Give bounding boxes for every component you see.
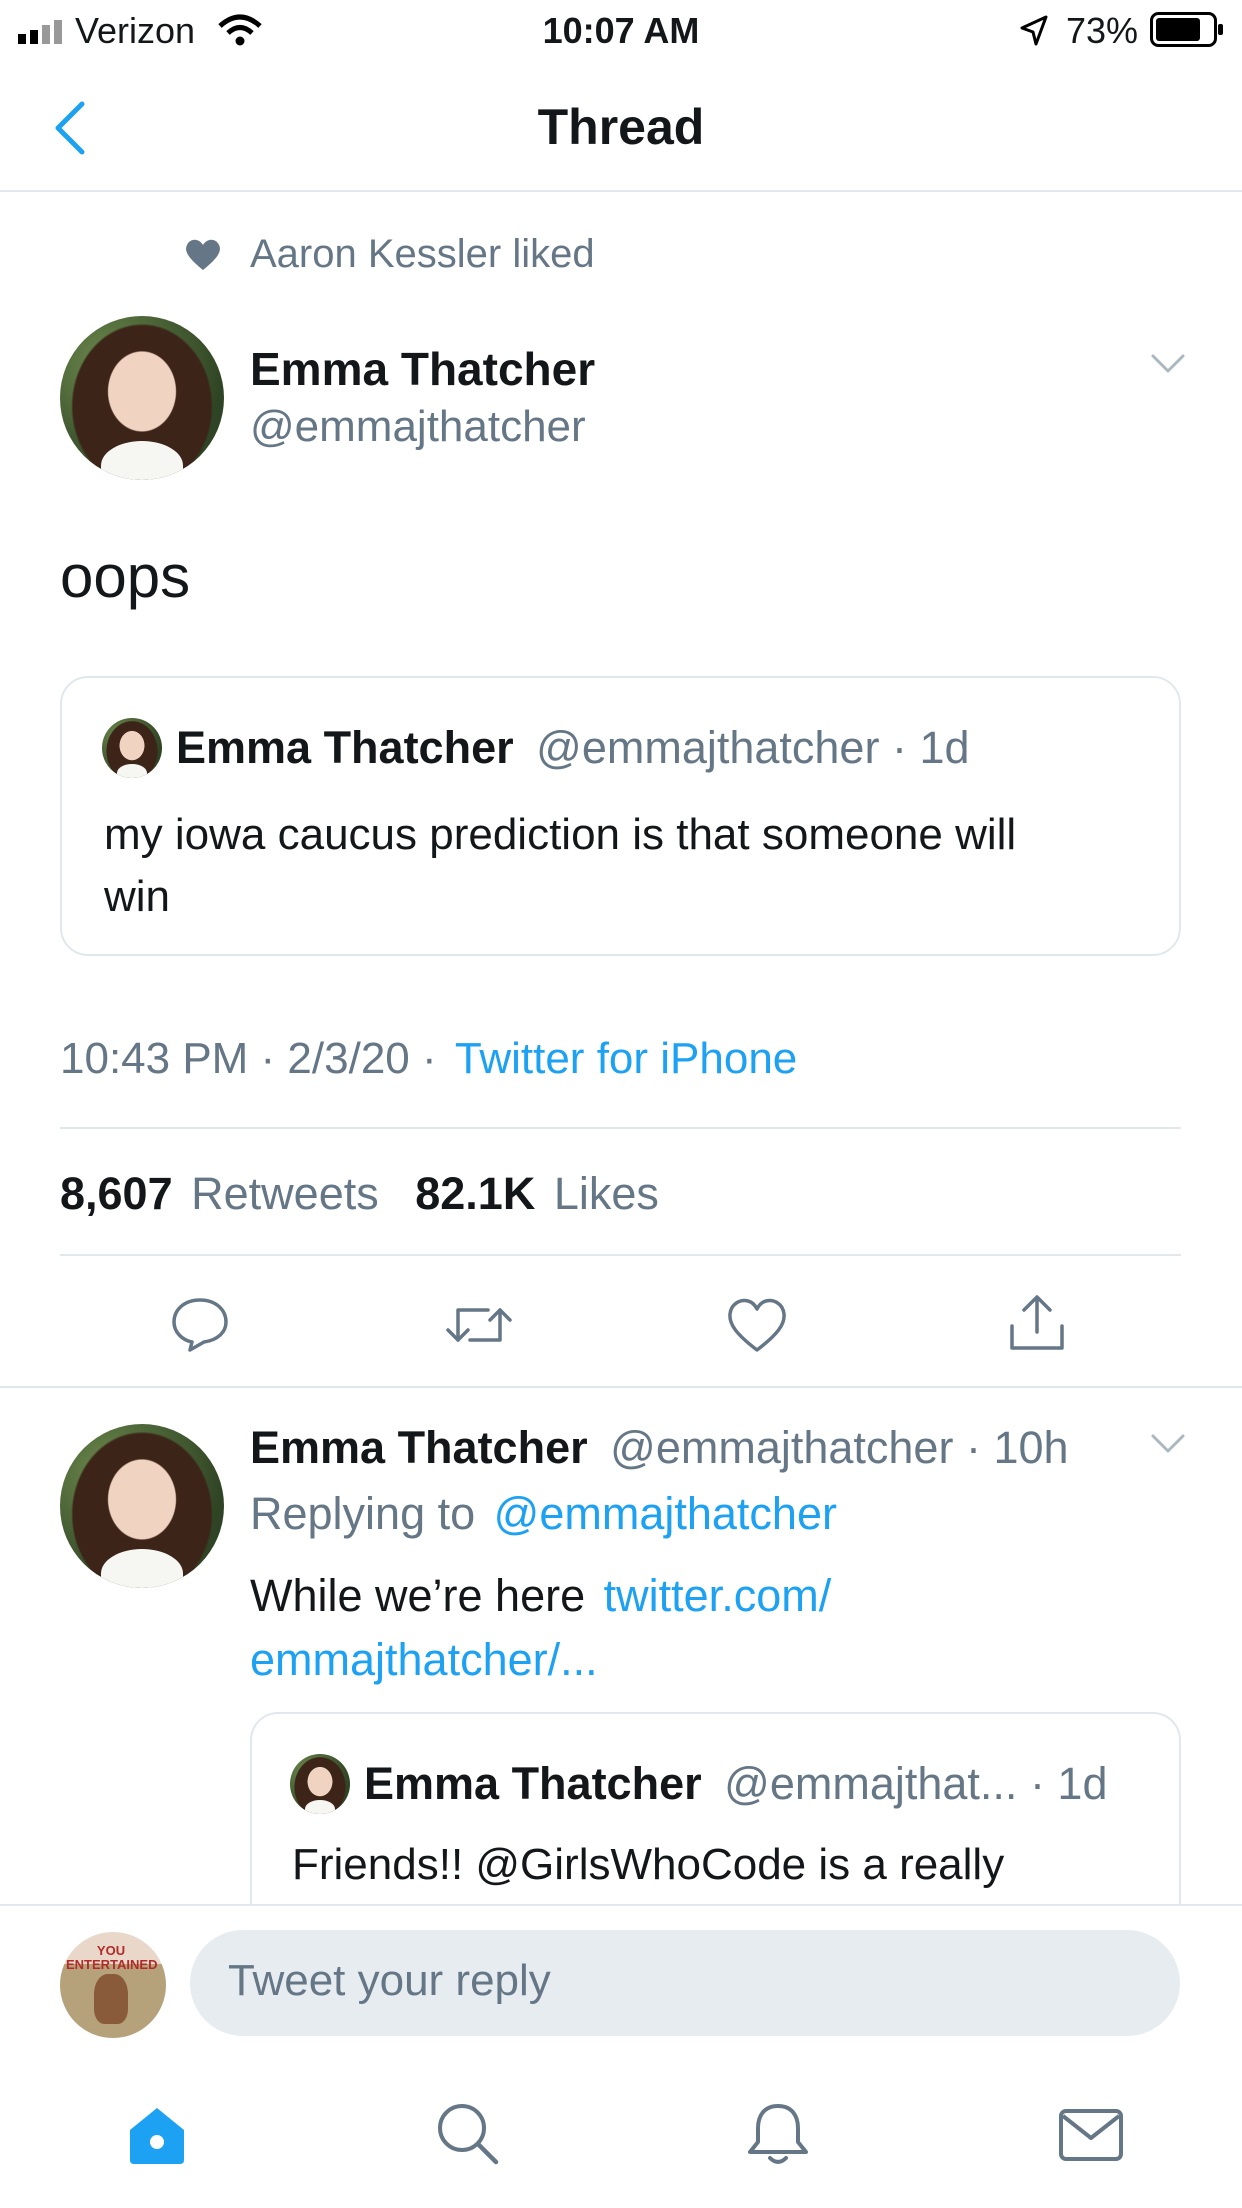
- home-icon[interactable]: [124, 2102, 190, 2168]
- heart-filled-icon: [186, 239, 220, 270]
- quoted-avatar: [102, 718, 162, 778]
- likes-label: Likes: [553, 1168, 659, 1219]
- replying-to-label: Replying to: [250, 1488, 476, 1539]
- thread-divider: [0, 1386, 1242, 1388]
- tweet-text: oops: [60, 543, 191, 610]
- quoted-tweet-card[interactable]: Emma Thatcher @emmajthatcher · 1d my iow…: [60, 676, 1181, 956]
- share-icon[interactable]: [1006, 1292, 1068, 1354]
- reply-author-name[interactable]: Emma Thatcher: [250, 1422, 588, 1473]
- author-avatar[interactable]: [60, 316, 224, 480]
- quoted-author-handle: @emmajthatcher: [536, 722, 880, 773]
- retweets-label: Retweets: [191, 1168, 379, 1219]
- tweet-source-link[interactable]: Twitter for iPhone: [455, 1034, 797, 1083]
- retweet-icon[interactable]: [444, 1300, 514, 1350]
- reply-time: · 10h: [965, 1422, 1069, 1473]
- user-avatar[interactable]: [60, 1932, 166, 2038]
- reply-quoted-author-handle: @emmajthat...: [724, 1758, 1018, 1809]
- retweets-count: 8,607: [60, 1168, 173, 1219]
- reply-quoted-author-name: Emma Thatcher: [364, 1758, 702, 1809]
- reply-link-line[interactable]: emmajthatcher/...: [250, 1628, 831, 1692]
- reply-link-line[interactable]: twitter.com/: [604, 1570, 832, 1621]
- author-name[interactable]: Emma Thatcher: [250, 342, 595, 396]
- reply-author-avatar[interactable]: [60, 1424, 224, 1588]
- quoted-author-name: Emma Thatcher: [176, 722, 514, 773]
- bell-icon[interactable]: [746, 2100, 810, 2168]
- reply-input[interactable]: Tweet your reply: [190, 1930, 1180, 2036]
- quoted-text-line: win: [104, 872, 171, 921]
- mail-icon[interactable]: [1058, 2108, 1124, 2162]
- nav-divider: [0, 190, 1242, 192]
- likes-stat[interactable]: 82.1K Likes: [415, 1168, 659, 1219]
- stats-top-divider: [60, 1127, 1181, 1129]
- reply-quoted-time: · 1d: [1029, 1758, 1108, 1809]
- reply-chevron-down-icon[interactable]: [1150, 1432, 1186, 1456]
- page-title: Thread: [537, 99, 705, 155]
- social-context-text[interactable]: Aaron Kessler liked: [250, 232, 595, 277]
- tweet-timestamp: 10:43 PM · 2/3/20 ·: [60, 1034, 437, 1083]
- reply-icon[interactable]: [170, 1296, 230, 1352]
- reply-text: While we’re here: [250, 1570, 586, 1621]
- battery-icon: [1150, 12, 1223, 47]
- quoted-time: · 1d: [891, 722, 970, 773]
- replying-to-handle[interactable]: @emmajthatcher: [494, 1488, 837, 1539]
- status-time: 10:07 AM: [542, 10, 700, 51]
- search-icon[interactable]: [434, 2100, 500, 2166]
- location-icon: [1020, 15, 1048, 46]
- author-handle[interactable]: @emmajthatcher: [250, 402, 586, 452]
- heart-icon[interactable]: [726, 1296, 788, 1354]
- retweets-stat[interactable]: 8,607 Retweets: [60, 1168, 391, 1219]
- reply-quoted-avatar: [290, 1754, 350, 1814]
- reply-quoted-text: Friends!! @GirlsWhoCode is a really: [292, 1840, 1005, 1889]
- likes-count: 82.1K: [415, 1168, 536, 1219]
- status-bar: Verizon 10:07 AM 73%: [0, 0, 1242, 64]
- chevron-down-icon[interactable]: [1150, 352, 1186, 376]
- reply-author-handle[interactable]: @emmajthatcher: [610, 1422, 953, 1473]
- composer-divider: [0, 1904, 1242, 1906]
- battery-percent: 73%: [1066, 10, 1139, 51]
- stats-bottom-divider: [60, 1254, 1181, 1256]
- quoted-text-line: my iowa caucus prediction is that someon…: [104, 810, 1017, 859]
